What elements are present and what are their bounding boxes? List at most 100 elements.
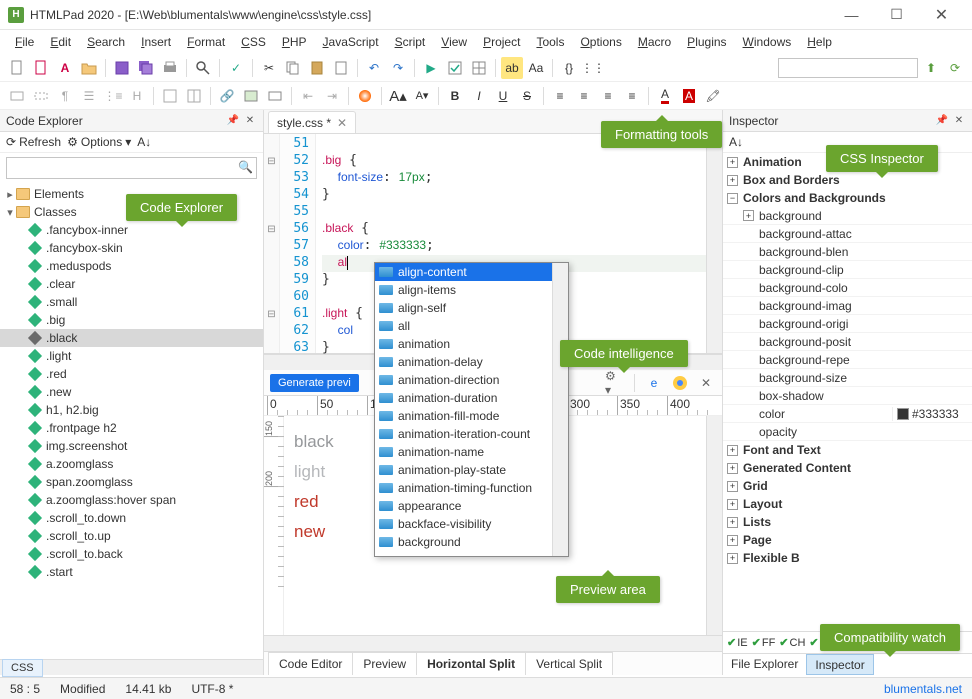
align-left-icon[interactable]: ≡ bbox=[549, 85, 571, 107]
menu-options[interactable]: Options bbox=[573, 32, 628, 52]
property-group[interactable]: +Font and Text bbox=[723, 441, 972, 459]
tree-item[interactable]: .new bbox=[0, 383, 263, 401]
save-icon[interactable] bbox=[111, 57, 133, 79]
close-preview-icon[interactable]: ✕ bbox=[696, 373, 716, 393]
tree-item[interactable]: img.screenshot bbox=[0, 437, 263, 455]
format-icon[interactable]: ⋮⋮ bbox=[582, 57, 604, 79]
autocomplete-item[interactable]: align-items bbox=[375, 281, 568, 299]
h-icon[interactable]: H bbox=[126, 85, 148, 107]
menu-file[interactable]: File bbox=[8, 32, 41, 52]
spellcheck-icon[interactable]: ✓ bbox=[225, 57, 247, 79]
tree-item[interactable]: .small bbox=[0, 293, 263, 311]
view-tab[interactable]: Vertical Split bbox=[525, 652, 613, 675]
brackets-icon[interactable]: {} bbox=[558, 57, 580, 79]
code-editor[interactable]: ⊟⊟⊟ 51525354555657585960616263 .big { fo… bbox=[264, 134, 722, 354]
property-group[interactable]: +Page bbox=[723, 531, 972, 549]
menu-php[interactable]: PHP bbox=[275, 32, 314, 52]
options-button[interactable]: ⚙ Options ▾ bbox=[67, 135, 131, 149]
autocomplete-item[interactable]: animation-name bbox=[375, 443, 568, 461]
property-row[interactable]: background-origi bbox=[723, 315, 972, 333]
close-tab-icon[interactable]: ✕ bbox=[337, 116, 347, 130]
close-panel-icon[interactable]: ✕ bbox=[952, 114, 966, 128]
table-icon[interactable] bbox=[468, 57, 490, 79]
new-doc-icon[interactable] bbox=[30, 57, 52, 79]
strike-icon[interactable]: S bbox=[516, 85, 538, 107]
property-group[interactable]: +Generated Content bbox=[723, 459, 972, 477]
menu-help[interactable]: Help bbox=[800, 32, 839, 52]
tree-item[interactable]: .black bbox=[0, 329, 263, 347]
table2-icon[interactable] bbox=[159, 85, 181, 107]
property-group[interactable]: +Layout bbox=[723, 495, 972, 513]
tree-item[interactable]: .red bbox=[0, 365, 263, 383]
autocomplete-popup[interactable]: align-contentalign-itemsalign-selfallani… bbox=[374, 262, 569, 557]
outdent-icon[interactable]: ⇤ bbox=[297, 85, 319, 107]
tree-item[interactable]: .fancybox-inner bbox=[0, 221, 263, 239]
save-all-icon[interactable] bbox=[135, 57, 157, 79]
tree-item[interactable]: .light bbox=[0, 347, 263, 365]
pin-icon[interactable]: 📌 bbox=[226, 114, 240, 128]
property-row[interactable]: box-shadow bbox=[723, 387, 972, 405]
tree-item[interactable]: .clear bbox=[0, 275, 263, 293]
property-row[interactable]: background-posit bbox=[723, 333, 972, 351]
property-group[interactable]: +Lists bbox=[723, 513, 972, 531]
list-icon[interactable]: ☰ bbox=[78, 85, 100, 107]
tree-view[interactable]: ▸Elements▾Classes.fancybox-inner.fancybo… bbox=[0, 183, 263, 659]
autocomplete-item[interactable]: appearance bbox=[375, 497, 568, 515]
autocomplete-item[interactable]: backface-visibility bbox=[375, 515, 568, 533]
property-group[interactable]: +Grid bbox=[723, 477, 972, 495]
property-row[interactable]: background-size bbox=[723, 369, 972, 387]
grid-icon[interactable] bbox=[183, 85, 205, 107]
new-file-icon[interactable] bbox=[6, 57, 28, 79]
autocomplete-item[interactable]: align-self bbox=[375, 299, 568, 317]
sync-icon[interactable]: ⟳ bbox=[944, 57, 966, 79]
refresh-button[interactable]: ⟳ Refresh bbox=[6, 135, 61, 149]
menu-plugins[interactable]: Plugins bbox=[680, 32, 733, 52]
pin-icon[interactable]: 📌 bbox=[935, 114, 949, 128]
sort-button[interactable]: A↓ bbox=[729, 135, 743, 149]
right-tab[interactable]: File Explorer bbox=[723, 654, 806, 675]
italic-icon[interactable]: I bbox=[468, 85, 490, 107]
ol-icon[interactable]: ⋮≡ bbox=[102, 85, 124, 107]
align-justify-icon[interactable]: ≡ bbox=[621, 85, 643, 107]
property-row[interactable]: background-blen bbox=[723, 243, 972, 261]
tree-item[interactable]: h1, h2.big bbox=[0, 401, 263, 419]
autocomplete-item[interactable]: all bbox=[375, 317, 568, 335]
autocomplete-item[interactable]: animation bbox=[375, 335, 568, 353]
font-plus-icon[interactable]: A▴ bbox=[387, 85, 409, 107]
property-row[interactable]: opacity bbox=[723, 423, 972, 441]
tree-item[interactable]: .fancybox-skin bbox=[0, 239, 263, 257]
menu-macro[interactable]: Macro bbox=[631, 32, 678, 52]
right-tab[interactable]: Inspector bbox=[806, 654, 873, 675]
view-tab[interactable]: Code Editor bbox=[268, 652, 353, 675]
autocomplete-item[interactable]: animation-play-state bbox=[375, 461, 568, 479]
property-row[interactable]: background-attac bbox=[723, 225, 972, 243]
paste-icon[interactable] bbox=[306, 57, 328, 79]
minimize-button[interactable]: — bbox=[829, 1, 874, 29]
validate-icon[interactable] bbox=[444, 57, 466, 79]
tree-item[interactable]: a.zoomglass bbox=[0, 455, 263, 473]
chrome-icon[interactable] bbox=[670, 373, 690, 393]
menu-javascript[interactable]: JavaScript bbox=[316, 32, 386, 52]
property-row[interactable]: background-colo bbox=[723, 279, 972, 297]
property-group[interactable]: +Flexible B bbox=[723, 549, 972, 567]
css-vertical-tab[interactable]: CSS bbox=[2, 659, 43, 677]
cut-icon[interactable]: ✂ bbox=[258, 57, 280, 79]
property-row[interactable]: background-clip bbox=[723, 261, 972, 279]
menu-view[interactable]: View bbox=[434, 32, 474, 52]
case-icon[interactable]: Aa bbox=[525, 57, 547, 79]
menu-search[interactable]: Search bbox=[80, 32, 132, 52]
tree-item[interactable]: .start bbox=[0, 563, 263, 581]
autocomplete-item[interactable]: animation-timing-function bbox=[375, 479, 568, 497]
highlight-icon[interactable]: ab bbox=[501, 57, 523, 79]
property-group[interactable]: +Box and Borders bbox=[723, 171, 972, 189]
form-icon[interactable] bbox=[264, 85, 286, 107]
tree-item[interactable]: .meduspods bbox=[0, 257, 263, 275]
property-group[interactable]: −Colors and Backgrounds bbox=[723, 189, 972, 207]
highlight2-icon[interactable]: 🖍 bbox=[702, 85, 724, 107]
menu-windows[interactable]: Windows bbox=[736, 32, 799, 52]
maximize-button[interactable]: ☐ bbox=[874, 1, 919, 29]
ie-icon[interactable]: e bbox=[644, 373, 664, 393]
bg-color-icon[interactable]: A bbox=[678, 85, 700, 107]
print-icon[interactable] bbox=[159, 57, 181, 79]
copy-icon[interactable] bbox=[282, 57, 304, 79]
